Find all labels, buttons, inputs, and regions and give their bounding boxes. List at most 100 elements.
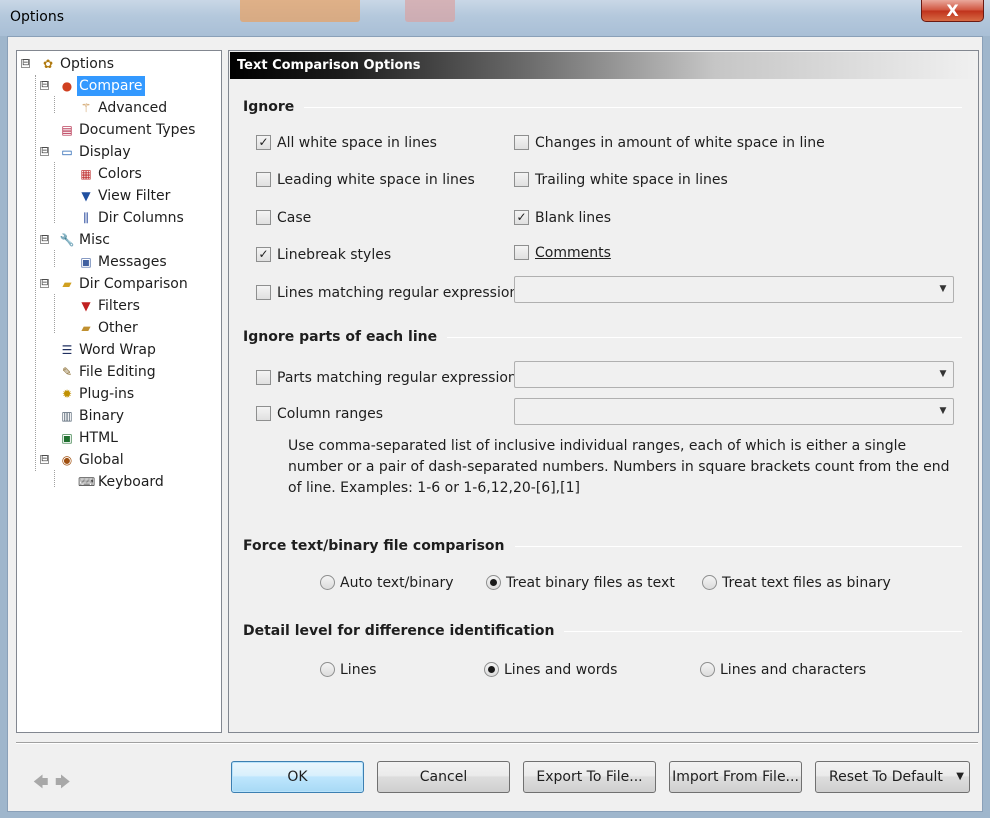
parts-regex-combobox[interactable]: ▼ [514, 361, 954, 388]
messages-icon: ▣ [80, 255, 92, 269]
wand-icon: ⚚ [80, 101, 92, 115]
tree-item-dir-comparison[interactable]: ⊟ ▰ Dir Comparison [17, 274, 221, 294]
cancel-button[interactable]: Cancel [377, 761, 510, 793]
tree-item-html[interactable]: ▣ HTML [17, 428, 221, 448]
tree-item-label: Options [60, 56, 115, 72]
radio-button[interactable] [702, 575, 717, 590]
lines-regex-combobox[interactable]: ▼ [514, 276, 954, 303]
collapse-icon[interactable]: ⊟ [40, 235, 49, 244]
ignore-parts-group-title: Ignore parts of each line [243, 329, 448, 345]
tree-item-view-filter[interactable]: ▼ View Filter [17, 186, 221, 206]
panel-header: Text Comparison Options [230, 52, 977, 79]
checkbox-box[interactable]: ✓ [514, 210, 529, 225]
tree-item-global[interactable]: ⊟ ◉ Global [17, 450, 221, 470]
checkbox-box[interactable]: ✓ [256, 135, 271, 150]
collapse-icon[interactable]: ⊟ [21, 59, 30, 68]
text-comparison-panel: Text Comparison Options Ignore ✓ All whi… [228, 50, 979, 733]
tree-item-colors[interactable]: ▦ Colors [17, 164, 221, 184]
radio-button[interactable] [700, 662, 715, 677]
column-ranges-combobox[interactable]: ▼ [514, 398, 954, 425]
radio-label: Treat binary files as text [506, 575, 675, 591]
checkbox-box[interactable] [256, 406, 271, 421]
radio-button[interactable] [320, 662, 335, 677]
checkbox-box[interactable] [514, 135, 529, 150]
document-types-icon: ▤ [61, 123, 73, 137]
tree-item-label: Document Types [79, 122, 196, 138]
tree-item-label: Filters [98, 298, 140, 314]
tree-item-filters[interactable]: ▼ Filters [17, 296, 221, 316]
checkbox-box[interactable] [256, 370, 271, 385]
chevron-down-icon[interactable]: ▼ [933, 277, 953, 302]
tree-item-label: View Filter [98, 188, 171, 204]
radio-button[interactable] [484, 662, 499, 677]
tree-item-label: Binary [79, 408, 124, 424]
tree-item-label: Word Wrap [79, 342, 156, 358]
checkbox-label: Comments [535, 245, 611, 261]
tree-item-document-types[interactable]: ▤ Document Types [17, 120, 221, 140]
tree-item-label: File Editing [79, 364, 156, 380]
tree-item-file-editing[interactable]: ✎ File Editing [17, 362, 221, 382]
collapse-icon[interactable]: ⊟ [40, 147, 49, 156]
tree-item-label: Compare [77, 76, 145, 96]
checkbox-box[interactable]: ✓ [256, 247, 271, 262]
checkbox-box[interactable] [514, 172, 529, 187]
import-from-file-button[interactable]: Import From File... [669, 761, 802, 793]
tree-item-label: HTML [79, 430, 118, 446]
binary-icon: ▥ [61, 409, 73, 423]
tree-item-label: Plug-ins [79, 386, 135, 402]
collapse-icon[interactable]: ⊟ [40, 81, 49, 90]
collapse-icon[interactable]: ⊟ [40, 455, 49, 464]
keyboard-icon: ⌨ [78, 475, 96, 489]
window-title: Options [10, 9, 65, 25]
tree-item-other[interactable]: ▰ Other [17, 318, 221, 338]
tree-item-word-wrap[interactable]: ☰ Word Wrap [17, 340, 221, 360]
checkbox-label: Linebreak styles [277, 247, 392, 263]
ok-button[interactable]: OK [231, 761, 364, 793]
radio-button[interactable] [486, 575, 501, 590]
red-funnel-icon: ▼ [81, 299, 91, 313]
tree-item-label: Display [79, 144, 131, 160]
options-tree[interactable]: ⊟ ✿ Options ⊟ ● Compare ⚚ Advanced ▤ Doc… [16, 50, 222, 733]
tree-item-misc[interactable]: ⊟ 🔧 Misc [17, 230, 221, 250]
radio-label: Lines [340, 662, 377, 678]
title-bar[interactable]: Options X [0, 0, 990, 36]
checkbox-label: Column ranges [277, 406, 384, 422]
close-button[interactable]: X [921, 0, 984, 22]
checkbox-label: Case [277, 210, 312, 226]
monitor-icon: ▭ [61, 145, 73, 159]
radio-label: Lines and words [504, 662, 618, 678]
reset-to-default-button[interactable]: Reset To Default ▼ [815, 761, 970, 793]
checkbox-box[interactable] [256, 210, 271, 225]
checkbox-label: Parts matching regular expression [277, 370, 517, 386]
chevron-down-icon[interactable]: ▼ [933, 399, 953, 424]
chevron-down-icon[interactable]: ▼ [956, 762, 964, 792]
back-arrow-icon[interactable]: 🡄 [33, 772, 49, 797]
tree-item-plug-ins[interactable]: ✹ Plug-ins [17, 384, 221, 404]
tree-item-binary[interactable]: ▥ Binary [17, 406, 221, 426]
checkbox-box[interactable] [514, 245, 529, 260]
checkbox-label: Lines matching regular expression [277, 285, 519, 301]
html-icon: ▣ [61, 431, 73, 445]
tree-item-label: Dir Comparison [79, 276, 188, 292]
checkbox-box[interactable] [256, 172, 271, 187]
tree-item-display[interactable]: ⊟ ▭ Display [17, 142, 221, 162]
tree-item-options[interactable]: ⊟ ✿ Options [17, 54, 221, 74]
tree-item-keyboard[interactable]: ⌨ Keyboard [17, 472, 221, 492]
tree-item-dir-columns[interactable]: ⫼ Dir Columns [17, 208, 221, 228]
radio-selected-dot [490, 579, 497, 586]
tree-item-label: Dir Columns [98, 210, 184, 226]
tree-item-compare[interactable]: ⊟ ● Compare [17, 76, 221, 96]
checkbox-label: Changes in amount of white space in line [535, 135, 825, 151]
checkbox-box[interactable] [256, 285, 271, 300]
forward-arrow-icon[interactable]: 🡆 [55, 772, 71, 797]
collapse-icon[interactable]: ⊟ [40, 279, 49, 288]
wrench-icon: 🔧 [59, 233, 75, 247]
export-to-file-button[interactable]: Export To File... [523, 761, 656, 793]
radio-button[interactable] [320, 575, 335, 590]
background-window-ghost [240, 0, 360, 22]
chevron-down-icon[interactable]: ▼ [933, 362, 953, 387]
tree-item-advanced[interactable]: ⚚ Advanced [17, 98, 221, 118]
detail-level-group-title: Detail level for difference identificati… [243, 623, 565, 639]
options-window: Options X ⊟ ✿ Options ⊟ ● Compare ⚚ Adva… [0, 0, 990, 818]
tree-item-messages[interactable]: ▣ Messages [17, 252, 221, 272]
